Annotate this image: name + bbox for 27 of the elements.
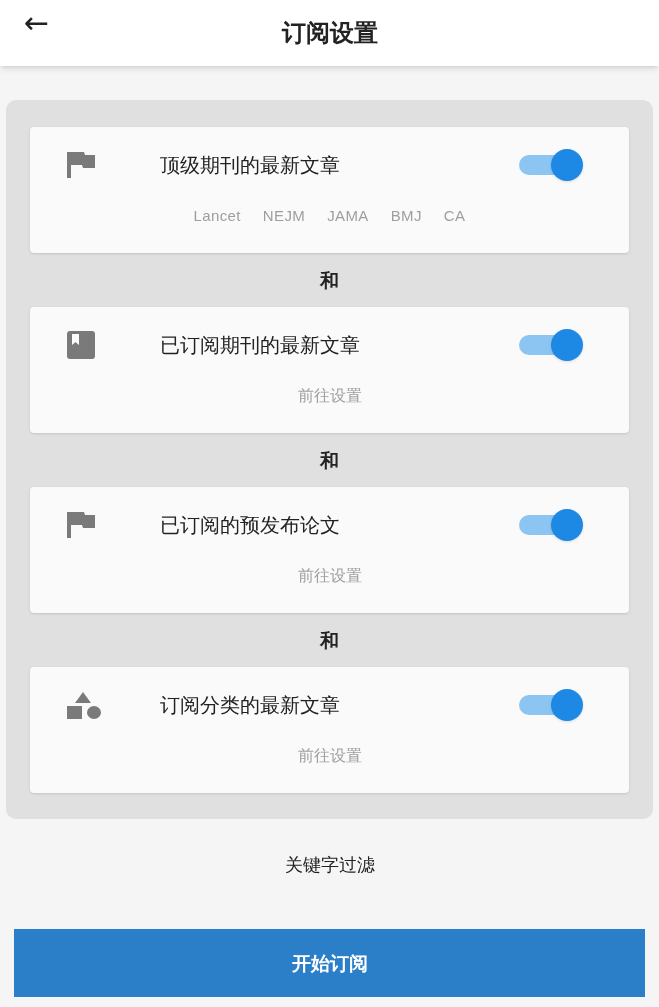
flag-icon xyxy=(66,511,96,539)
and-label: 和 xyxy=(320,267,339,293)
card-title: 订阅分类的最新文章 xyxy=(160,692,341,719)
card-title: 已订阅期刊的最新文章 xyxy=(160,332,361,359)
and-label: 和 xyxy=(320,627,339,653)
bookmark-icon xyxy=(66,330,96,360)
toggle-switch[interactable] xyxy=(517,149,583,181)
journal-tag: Lancet xyxy=(193,204,241,228)
flag-icon xyxy=(66,151,96,179)
keyword-filter-link[interactable]: 关键字过滤 xyxy=(284,850,375,878)
settings-link[interactable]: 前往设置 xyxy=(297,384,362,408)
start-subscription-button[interactable]: 开始订阅 xyxy=(14,929,645,997)
journal-tag: NEJM xyxy=(262,204,306,228)
card-title: 顶级期刊的最新文章 xyxy=(160,152,341,179)
toggle-switch[interactable] xyxy=(517,689,583,721)
settings-link[interactable]: 前往设置 xyxy=(297,744,362,768)
and-label: 和 xyxy=(320,447,339,473)
toggle-switch[interactable] xyxy=(517,329,583,361)
settings-link[interactable]: 前往设置 xyxy=(297,564,362,588)
toggle-switch[interactable] xyxy=(517,509,583,541)
journal-tag: BMJ xyxy=(390,204,422,228)
journal-tag: CA xyxy=(443,204,466,228)
card-title: 已订阅的预发布论文 xyxy=(160,512,341,539)
shapes-icon xyxy=(66,691,102,719)
page-title: 订阅设置 xyxy=(281,18,378,49)
journal-tag: JAMA xyxy=(327,204,369,228)
back-button[interactable]: ← xyxy=(20,8,54,38)
